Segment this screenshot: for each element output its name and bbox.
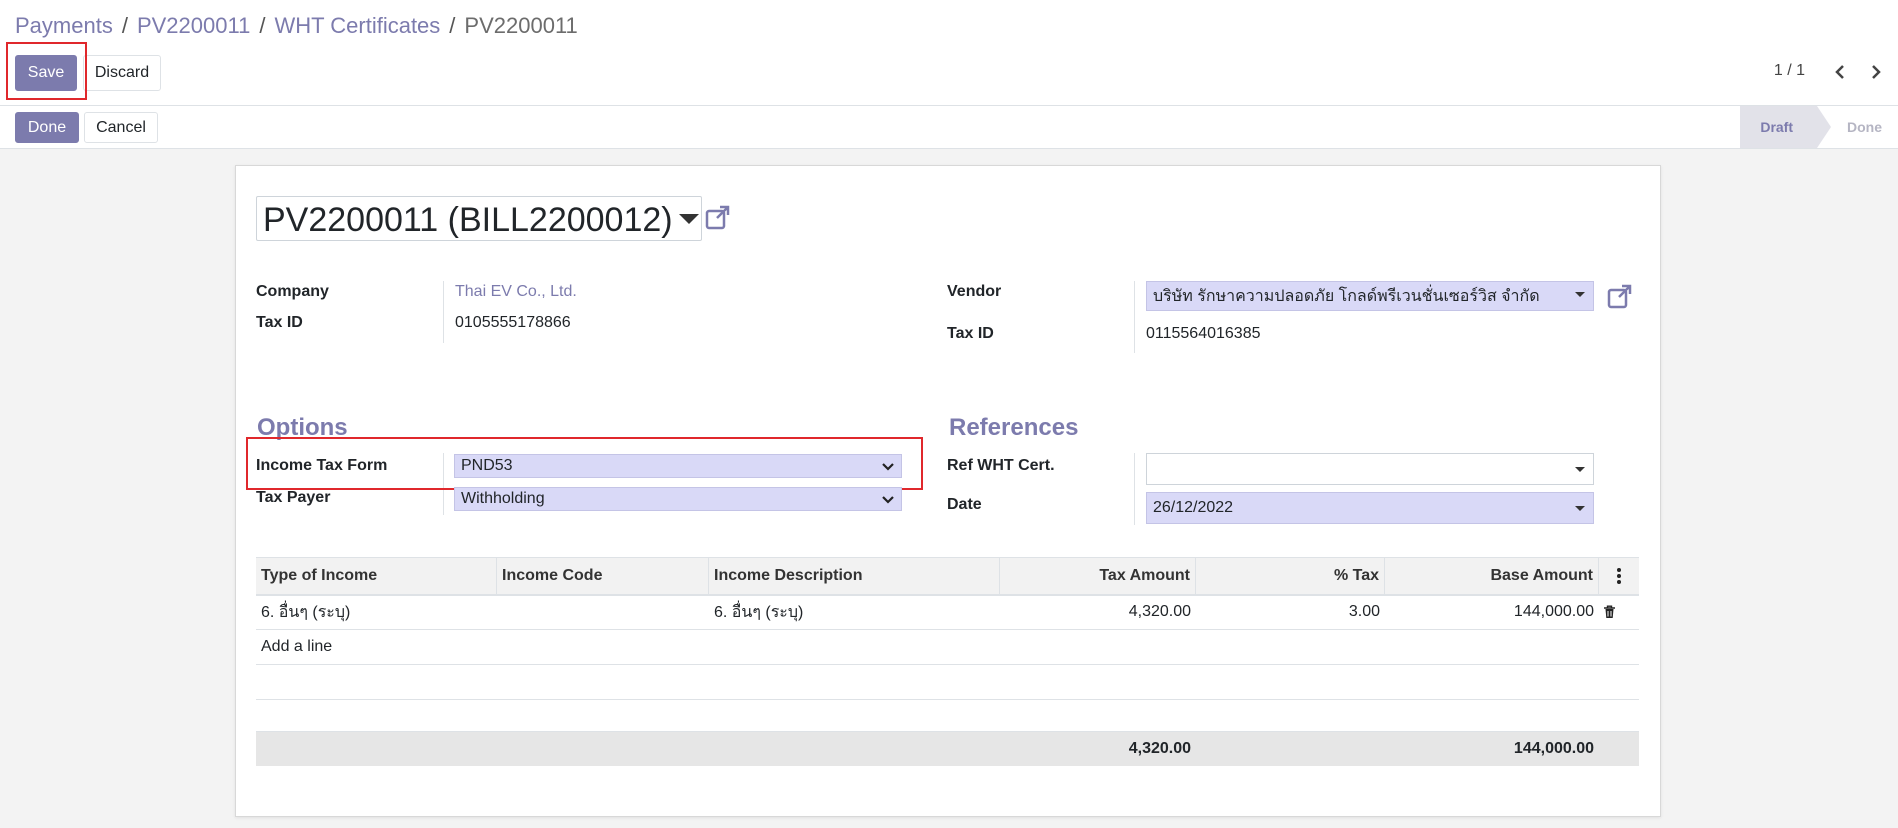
tax-payer-select[interactable]: Withholding xyxy=(454,487,902,511)
vendor-select[interactable]: บริษัท รักษาความปลอดภัย โกลด์พรีเวนชั่นเ… xyxy=(1146,281,1594,311)
breadcrumb-separator: / xyxy=(259,13,266,38)
breadcrumb-current: PV2200011 xyxy=(464,13,578,38)
vendor-label: Vendor xyxy=(947,283,1002,300)
column-income-description[interactable]: Income Description xyxy=(709,558,1000,594)
tax-payer-value: Withholding xyxy=(461,490,545,507)
company-link[interactable]: Thai EV Co., Ltd. xyxy=(455,283,577,301)
name-field[interactable]: PV2200011 (BILL2200012) xyxy=(256,196,702,241)
cell-type-of-income[interactable]: 6. อื่นๆ (ระบุ) xyxy=(256,595,497,629)
ref-wht-cert-select[interactable] xyxy=(1146,453,1594,485)
total-tax-amount: 4,320.00 xyxy=(1128,740,1191,757)
cell-tax-amount[interactable]: 4,320.00 xyxy=(1000,595,1196,629)
cell-base-amount[interactable]: 144,000.00 xyxy=(1385,595,1599,629)
external-link-icon[interactable] xyxy=(705,204,731,230)
column-type-of-income[interactable]: Type of Income xyxy=(256,558,497,594)
table-row-add-line: Add a line xyxy=(256,630,1639,665)
date-label: Date xyxy=(947,496,982,513)
cell-percent-tax[interactable]: 3.00 xyxy=(1196,595,1385,629)
discard-button[interactable]: Discard xyxy=(83,55,161,91)
tax-payer-label: Tax Payer xyxy=(256,489,331,506)
table-row[interactable]: 6. อื่นๆ (ระบุ) 6. อื่นๆ (ระบุ) 4,320.00… xyxy=(256,595,1639,630)
caret-down-icon xyxy=(1575,292,1585,297)
income-tax-form-select[interactable]: PND53 xyxy=(454,454,902,478)
chevron-right-icon[interactable] xyxy=(1866,61,1886,83)
save-button[interactable]: Save xyxy=(15,55,77,91)
column-base-amount[interactable]: Base Amount xyxy=(1385,558,1599,594)
date-value: 26/12/2022 xyxy=(1153,499,1234,516)
column-tax-amount[interactable]: Tax Amount xyxy=(1000,558,1196,594)
vendor-tax-id-value: 0115564016385 xyxy=(1146,325,1261,342)
cell-income-description[interactable]: 6. อื่นๆ (ระบุ) xyxy=(709,595,1000,629)
field-separator xyxy=(1134,281,1135,353)
income-tax-form-value: PND53 xyxy=(461,457,513,474)
caret-down-icon[interactable] xyxy=(679,214,699,224)
vendor-tax-id-label: Tax ID xyxy=(947,325,994,342)
control-panel: Payments / PV2200011 / WHT Certificates / PV22… xyxy=(0,0,1898,106)
status-step-draft[interactable]: Draft xyxy=(1740,106,1831,148)
field-separator xyxy=(1134,453,1135,525)
company-label: Company xyxy=(256,283,329,300)
breadcrumb-separator: / xyxy=(449,13,456,38)
done-button[interactable]: Done xyxy=(15,112,79,143)
chevron-left-icon[interactable] xyxy=(1830,61,1850,83)
name-value: PV2200011 (BILL2200012) xyxy=(263,201,673,239)
caret-down-icon xyxy=(1575,506,1585,511)
pager-value[interactable]: 1 / 1 xyxy=(1774,62,1805,80)
add-line-link[interactable]: Add a line xyxy=(256,630,556,664)
chevron-down-icon xyxy=(882,463,894,471)
field-separator xyxy=(443,453,444,515)
trash-icon[interactable] xyxy=(1599,595,1629,629)
external-link-icon[interactable] xyxy=(1607,283,1633,309)
column-income-code[interactable]: Income Code xyxy=(497,558,709,594)
table-row-empty xyxy=(256,665,1639,700)
income-tax-form-label: Income Tax Form xyxy=(256,457,388,474)
field-separator xyxy=(443,281,444,343)
table-header: Type of Income Income Code Income Descri… xyxy=(256,557,1639,596)
options-title: Options xyxy=(257,414,348,441)
vertical-dots-icon[interactable] xyxy=(1599,558,1639,594)
statusbar: Done Cancel Draft Done xyxy=(0,106,1898,149)
references-title: References xyxy=(949,414,1079,441)
column-percent-tax[interactable]: % Tax xyxy=(1196,558,1385,594)
breadcrumb-separator: / xyxy=(121,13,128,38)
cancel-button[interactable]: Cancel xyxy=(84,112,158,143)
ref-wht-cert-label: Ref WHT Cert. xyxy=(947,457,1055,474)
breadcrumb: Payments / PV2200011 / WHT Certificates / PV22… xyxy=(15,13,578,39)
company-tax-id-value: 0105555178866 xyxy=(455,314,571,331)
table-footer-totals: 4,320.00 144,000.00 xyxy=(256,731,1639,766)
date-field[interactable]: 26/12/2022 xyxy=(1146,492,1594,524)
cell-income-code[interactable] xyxy=(497,595,709,629)
chevron-down-icon xyxy=(882,496,894,504)
breadcrumb-payment[interactable]: PV2200011 xyxy=(137,13,250,38)
vendor-value: บริษัท รักษาความปลอดภัย โกลด์พรีเวนชั่นเ… xyxy=(1153,287,1540,305)
company-tax-id-label: Tax ID xyxy=(256,314,303,331)
total-base-amount: 144,000.00 xyxy=(1513,740,1594,757)
breadcrumb-payments[interactable]: Payments xyxy=(15,13,113,38)
breadcrumb-wht-certificates[interactable]: WHT Certificates xyxy=(274,13,440,38)
table-row-empty xyxy=(256,699,1639,733)
status-steps: Draft Done xyxy=(1740,106,1898,148)
caret-down-icon xyxy=(1575,467,1585,472)
